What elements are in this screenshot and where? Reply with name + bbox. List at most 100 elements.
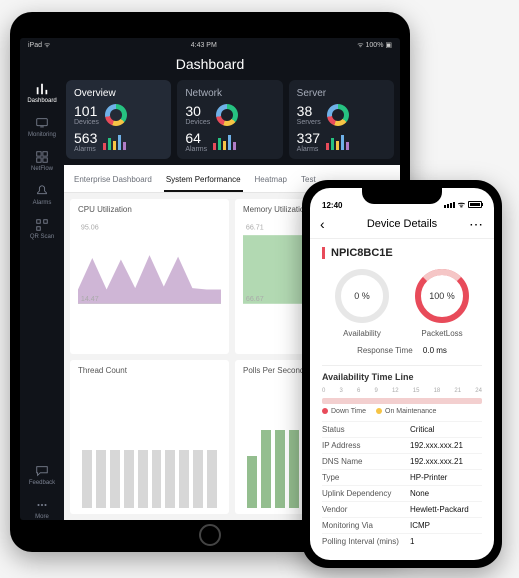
donut-icon [327, 104, 349, 126]
info-value: 1 [410, 537, 414, 546]
legend-maintenance: On Maintenance [385, 408, 436, 415]
device-name: NPIC8BC1E [322, 247, 482, 259]
sidebar-item-dashboard[interactable]: Dashboard [27, 82, 56, 104]
chart-cpu[interactable]: CPU Utilization 95.06 14.47 [70, 199, 229, 354]
grid-icon [35, 150, 49, 164]
info-row: IP Address192.xxx.xxx.21 [322, 437, 482, 453]
qr-icon [35, 218, 49, 232]
info-label: Type [322, 473, 410, 482]
sidebar-label: Monitoring [28, 132, 56, 138]
gauge-label: PacketLoss [421, 329, 462, 338]
info-value: HP-Printer [410, 473, 447, 482]
card-server[interactable]: Server 38Servers 337Alarms [289, 80, 394, 159]
alarms-sub: Alarms [185, 146, 207, 153]
gauge-packetloss: 100 % PacketLoss [415, 269, 469, 338]
tick: 3 [339, 388, 342, 394]
signal-icon [444, 202, 455, 208]
card-overview[interactable]: Overview 101Devices 563Alarms [66, 80, 171, 159]
more-button[interactable]: ⋯ [469, 216, 484, 233]
sidebar-label: Alarms [33, 200, 52, 206]
devices-count: 30 [185, 103, 210, 119]
tick: 18 [434, 388, 441, 394]
svg-text:14.47: 14.47 [81, 295, 99, 303]
servers-sub: Servers [297, 119, 321, 126]
chart-body: 95.06 14.47 [78, 218, 221, 348]
svg-text:95.06: 95.06 [81, 223, 99, 231]
chat-icon [35, 464, 49, 478]
gauges: 0 % Availability 100 % PacketLoss [322, 269, 482, 338]
monitor-icon [35, 116, 49, 130]
info-row: Polling Interval (mins)1 [322, 533, 482, 549]
home-button[interactable] [199, 524, 221, 546]
info-label: Status [322, 425, 410, 434]
info-label: DNS Name [322, 457, 410, 466]
bell-icon [35, 184, 49, 198]
devices-count: 101 [74, 103, 99, 119]
card-title: Server [297, 88, 388, 99]
tab-heatmap[interactable]: Heatmap [253, 171, 289, 192]
page-title: Dashboard [20, 52, 400, 80]
page-title: Device Details [367, 218, 437, 230]
sidebar-item-qrscan[interactable]: QR Scan [30, 218, 54, 240]
tick: 6 [357, 388, 360, 394]
tick: 15 [413, 388, 420, 394]
card-title: Network [185, 88, 276, 99]
tick: 21 [454, 388, 461, 394]
info-value: ICMP [410, 521, 430, 530]
sidebar-item-alarms[interactable]: Alarms [33, 184, 52, 206]
tab-system-performance[interactable]: System Performance [164, 171, 243, 192]
battery-icon [468, 201, 482, 208]
status-time: 12:40 [322, 201, 342, 210]
iphone-body[interactable]: NPIC8BC1E 0 % Availability 100 % PacketL… [310, 239, 494, 560]
back-button[interactable]: ‹ [320, 216, 325, 232]
alarms-sub: Alarms [74, 146, 97, 153]
mini-bars-icon [326, 134, 349, 150]
dot-icon [322, 408, 328, 414]
timeline-title: Availability Time Line [322, 365, 482, 386]
info-value: Critical [410, 425, 434, 434]
wifi-icon: ᯤ [458, 199, 465, 210]
sidebar-label: NetFlow [31, 166, 53, 172]
sidebar-label: Feedback [29, 480, 55, 486]
donut-icon [216, 104, 238, 126]
status-right: ᯤ 100% ▣ [357, 41, 392, 50]
response-time-row: Response Time 0.0 ms [322, 346, 482, 355]
timeline-bar [322, 398, 482, 404]
devices-sub: Devices [185, 119, 210, 126]
gauge-circle: 100 % [415, 269, 469, 323]
info-label: Uplink Dependency [322, 489, 410, 498]
info-list: StatusCritical IP Address192.xxx.xxx.21 … [322, 421, 482, 549]
chart-title: Thread Count [78, 366, 221, 375]
bars-icon [35, 82, 49, 96]
gauge-circle: 0 % [335, 269, 389, 323]
servers-count: 38 [297, 103, 321, 119]
notch [362, 188, 442, 204]
mini-bars-icon [213, 134, 236, 150]
info-value: Hewlett-Packard [410, 505, 469, 514]
tab-enterprise[interactable]: Enterprise Dashboard [72, 171, 154, 192]
sidebar-item-more[interactable]: More [35, 498, 49, 520]
gauge-value: 0 % [354, 291, 370, 301]
info-label: Vendor [322, 505, 410, 514]
sidebar-label: More [35, 514, 49, 520]
sidebar-item-feedback[interactable]: Feedback [29, 464, 55, 486]
mini-bars-icon [103, 134, 126, 150]
info-label: Monitoring Via [322, 521, 410, 530]
gauge-label: Availability [343, 329, 381, 338]
summary-cards: Overview 101Devices 563Alarms Network [64, 80, 400, 165]
info-row: VendorHewlett-Packard [322, 501, 482, 517]
sidebar-item-monitoring[interactable]: Monitoring [28, 116, 56, 138]
iphone-header: ‹ Device Details ⋯ [310, 212, 494, 239]
chart-body [78, 379, 221, 509]
info-value: 192.xxx.xxx.21 [410, 457, 463, 466]
sidebar-label: QR Scan [30, 234, 54, 240]
alarms-count: 337 [297, 130, 320, 146]
sidebar-item-netflow[interactable]: NetFlow [31, 150, 53, 172]
chart-thread[interactable]: Thread Count [70, 360, 229, 515]
legend-down: Down Time [331, 408, 366, 415]
iphone-screen: 12:40 ᯤ ‹ Device Details ⋯ NPIC8BC1E 0 %… [310, 188, 494, 560]
info-row: StatusCritical [322, 421, 482, 437]
info-value: 192.xxx.xxx.21 [410, 441, 463, 450]
card-network[interactable]: Network 30Devices 64Alarms [177, 80, 282, 159]
devices-sub: Devices [74, 119, 99, 126]
